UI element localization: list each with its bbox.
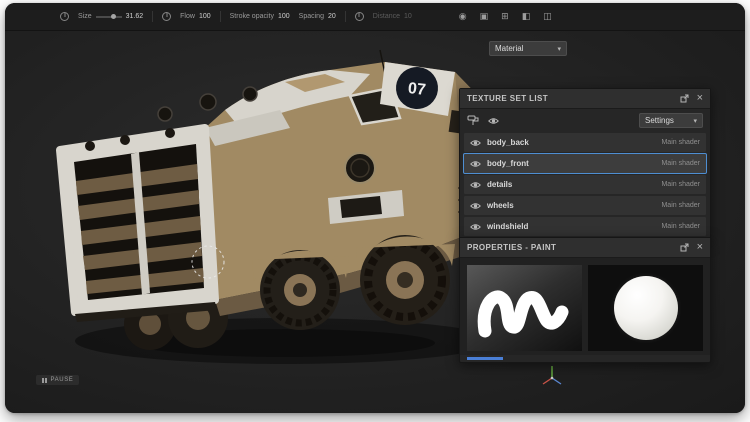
visibility-eye-icon[interactable] xyxy=(470,202,481,210)
front-grille xyxy=(60,128,217,322)
visibility-eye-icon[interactable] xyxy=(470,139,481,147)
brush-stroke-preview[interactable] xyxy=(467,265,582,351)
lazy-mouse-icon[interactable]: ◧ xyxy=(522,12,531,21)
brush-stroke-squiggle xyxy=(467,265,580,351)
texture-set-name: body_front xyxy=(487,159,655,168)
stencil-icon[interactable]: ▣ xyxy=(480,12,489,21)
material-mode-dropdown[interactable]: Material ▾ xyxy=(489,41,567,56)
properties-panel-header: PROPERTIES - PAINT × xyxy=(460,238,710,258)
visibility-icon[interactable] xyxy=(488,117,499,125)
axis-gizmo-icon xyxy=(539,361,565,387)
toolbar-icon-cluster: ◉ ▣ ⊞ ◧ ◫ xyxy=(459,12,552,21)
expand-panel-icon[interactable] xyxy=(680,94,689,103)
pause-status-badge[interactable]: PAUSE xyxy=(36,375,79,385)
projection-mode-icon[interactable]: ◫ xyxy=(543,12,552,21)
panel-title: PROPERTIES - PAINT xyxy=(467,243,672,252)
chevron-down-icon: ▾ xyxy=(557,45,561,53)
visibility-eye-icon[interactable] xyxy=(470,160,481,168)
texture-set-row[interactable]: wheels Main shader xyxy=(464,196,706,215)
size-label: Size xyxy=(78,13,92,20)
divider xyxy=(152,11,153,22)
substance-painter-window: Size 31.62 Flow 100 Stroke opacity 100 S… xyxy=(5,3,745,413)
settings-dropdown-label: Settings xyxy=(645,116,674,125)
brush-size-dial-icon[interactable] xyxy=(60,12,69,21)
flow-value[interactable]: 100 xyxy=(199,13,211,20)
texture-set-row[interactable]: windshield Main shader xyxy=(464,217,706,236)
texture-set-row[interactable]: details Main shader xyxy=(464,175,706,194)
distance-value[interactable]: 10 xyxy=(404,13,412,20)
alignment-icon[interactable]: ◉ xyxy=(459,12,467,21)
texture-set-row[interactable]: body_front Main shader xyxy=(464,154,706,173)
stroke-opacity-label: Stroke opacity xyxy=(230,13,274,20)
divider xyxy=(220,11,221,22)
size-value[interactable]: 31.62 xyxy=(126,13,144,20)
spacing-value[interactable]: 20 xyxy=(328,13,336,20)
chevron-down-icon: ▾ xyxy=(693,117,697,125)
material-dropdown-value: Material xyxy=(495,44,523,53)
spacing-label: Spacing xyxy=(299,13,324,20)
texture-set-rows: body_back Main shader body_front Main sh… xyxy=(460,133,710,240)
texture-set-list-panel: TEXTURE SET LIST × Settings ▾ xyxy=(459,88,711,241)
pause-label: PAUSE xyxy=(51,377,74,383)
texture-set-name: wheels xyxy=(487,201,655,210)
texture-set-shader: Main shader xyxy=(661,202,700,209)
texture-set-shader: Main shader xyxy=(661,181,700,188)
symmetry-icon[interactable]: ⊞ xyxy=(501,12,509,21)
distance-control[interactable]: Distance 10 xyxy=(373,13,412,20)
size-slider[interactable] xyxy=(96,16,122,18)
spacing-control[interactable]: Spacing 20 xyxy=(299,13,336,20)
close-icon[interactable]: × xyxy=(697,242,703,253)
pause-icon xyxy=(42,378,47,383)
flow-label: Flow xyxy=(180,13,195,20)
material-sphere-preview[interactable] xyxy=(588,265,703,351)
material-sphere xyxy=(614,276,678,340)
visibility-eye-icon[interactable] xyxy=(470,223,481,231)
marketing-frame: Size 31.62 Flow 100 Stroke opacity 100 S… xyxy=(0,0,750,422)
texture-set-row[interactable]: body_back Main shader xyxy=(464,133,706,152)
texture-set-list-header: TEXTURE SET LIST × xyxy=(460,89,710,109)
texture-set-name: details xyxy=(487,180,655,189)
close-icon[interactable]: × xyxy=(697,93,703,104)
divider xyxy=(345,11,346,22)
scrollbar-indicator[interactable] xyxy=(467,357,503,360)
brush-previews xyxy=(460,258,710,355)
texture-set-shader: Main shader xyxy=(661,160,700,167)
properties-paint-panel: PROPERTIES - PAINT × xyxy=(459,237,711,363)
distance-label: Distance xyxy=(373,13,400,20)
visibility-eye-icon[interactable] xyxy=(470,181,481,189)
svg-text:07: 07 xyxy=(407,80,427,99)
texture-set-name: body_back xyxy=(487,138,655,147)
expand-panel-icon[interactable] xyxy=(680,243,689,252)
panel-title: TEXTURE SET LIST xyxy=(467,94,672,103)
texture-set-shader: Main shader xyxy=(661,139,700,146)
flow-dial-icon[interactable] xyxy=(162,12,171,21)
texture-set-shader: Main shader xyxy=(661,223,700,230)
stroke-opacity-control[interactable]: Stroke opacity 100 xyxy=(230,13,290,20)
paint-roller-icon[interactable] xyxy=(467,115,479,126)
brush-flow-control[interactable]: Flow 100 xyxy=(180,13,210,20)
brush-toolbar: Size 31.62 Flow 100 Stroke opacity 100 S… xyxy=(5,3,745,31)
stroke-opacity-value[interactable]: 100 xyxy=(278,13,290,20)
texture-set-settings-dropdown[interactable]: Settings ▾ xyxy=(639,113,703,128)
brush-size-control[interactable]: Size 31.62 xyxy=(78,13,143,20)
armored-truck-model[interactable]: 07 xyxy=(50,48,510,366)
texture-set-list-toolbar: Settings ▾ xyxy=(460,109,710,131)
distance-dial-icon[interactable] xyxy=(355,12,364,21)
texture-set-name: windshield xyxy=(487,222,655,231)
